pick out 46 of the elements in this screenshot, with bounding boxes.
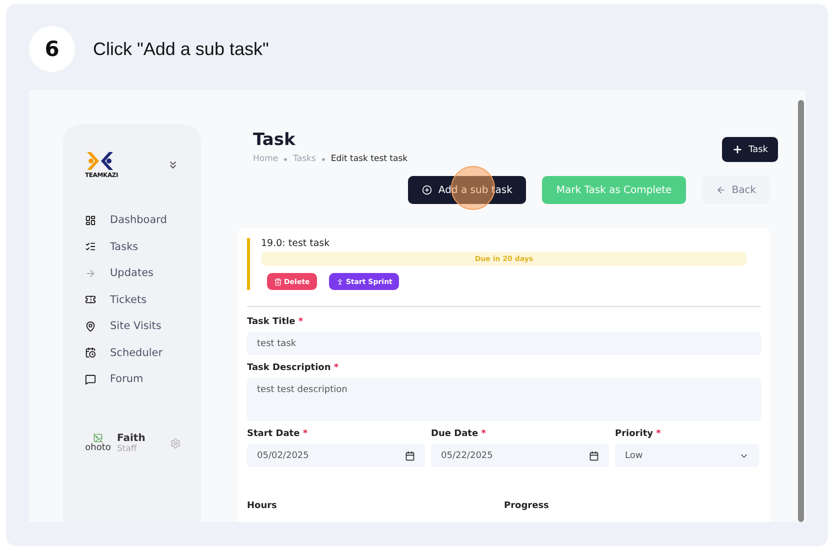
list-icon <box>85 241 96 252</box>
trash-icon <box>274 278 282 286</box>
nav-item[interactable]: Dashboard <box>85 207 201 234</box>
ticket-icon <box>85 294 96 306</box>
nav-item[interactable]: Tasks <box>85 234 201 260</box>
chat-icon <box>85 374 96 385</box>
nav-item[interactable]: Updates <box>85 260 201 286</box>
description-textarea[interactable]: test test description <box>247 378 761 421</box>
nav-item[interactable]: Scheduler <box>85 340 201 366</box>
task-heading: 19.0: test task <box>261 238 331 249</box>
field-label: Start Date * <box>247 429 309 439</box>
plus-circle-icon <box>422 185 432 195</box>
arrow-left-icon <box>716 185 726 195</box>
settings-icon[interactable] <box>170 438 181 448</box>
plus-icon <box>732 144 743 155</box>
nav-item[interactable]: Tickets <box>85 286 201 313</box>
field-label: Due Date * <box>431 429 487 439</box>
start-date-input[interactable]: 05/02/2025 <box>247 444 425 467</box>
dashboard-icon <box>85 214 96 226</box>
nav-item[interactable]: Forum <box>85 366 201 392</box>
title-input[interactable]: test task <box>247 332 761 355</box>
map-pin-icon <box>85 320 96 332</box>
due-date-input[interactable]: 05/22/2025 <box>431 444 609 467</box>
field-label: Task Title * <box>247 317 304 327</box>
back-button[interactable]: Back <box>702 176 770 204</box>
step-number: 6 <box>29 26 75 72</box>
priority-select[interactable]: Low <box>615 444 759 467</box>
field-label: Task Description * <box>247 363 340 373</box>
arrow-icon <box>85 268 96 279</box>
calendar-icon <box>589 450 599 460</box>
chevron-icon[interactable] <box>167 158 179 170</box>
user-name: Faith <box>117 432 146 444</box>
step-instruction: Click "Add a sub task" <box>93 38 269 60</box>
new-task-button[interactable]: Task <box>722 137 778 162</box>
field-label: Hours <box>247 501 278 511</box>
calendar-icon <box>85 347 96 358</box>
field-label: Priority * <box>615 429 662 439</box>
user-role: Staff <box>117 444 138 454</box>
page-title: Task <box>253 130 296 150</box>
logo-icon <box>85 150 115 172</box>
avatar-alt-text: ohoto <box>85 443 111 453</box>
nav-item[interactable]: Site Visits <box>85 313 201 340</box>
field-label: Progress <box>504 501 550 511</box>
broken-image-icon <box>93 433 103 443</box>
scrollbar[interactable] <box>798 100 804 522</box>
calendar-icon <box>405 450 415 460</box>
